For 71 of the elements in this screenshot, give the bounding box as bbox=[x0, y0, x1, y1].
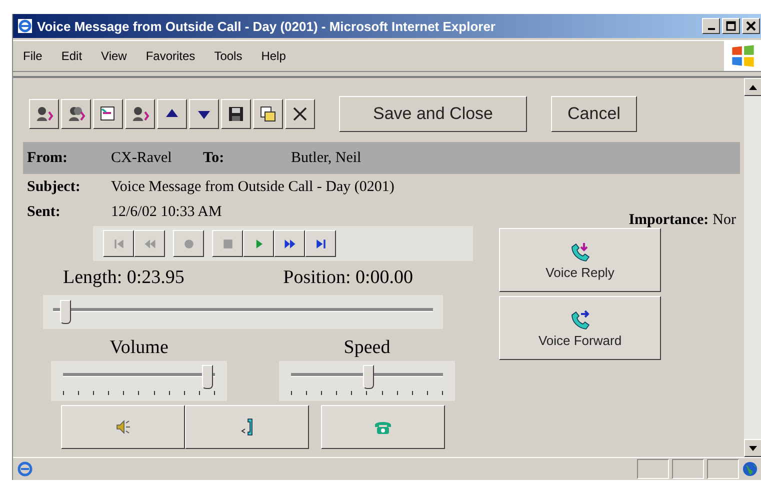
globe-icon bbox=[742, 461, 758, 477]
cancel-button[interactable]: Cancel bbox=[551, 96, 637, 132]
sent-value: 12/6/02 10:33 AM bbox=[111, 204, 222, 221]
importance-label: Importance: bbox=[628, 212, 709, 228]
person-arrow-icon bbox=[34, 104, 54, 124]
toolbar-button[interactable] bbox=[157, 99, 187, 129]
close-icon bbox=[746, 21, 756, 31]
toolbar-button[interactable] bbox=[189, 99, 219, 129]
minimize-button[interactable] bbox=[702, 18, 720, 34]
volume-label: Volume bbox=[110, 337, 168, 359]
menu-item[interactable]: Edit bbox=[61, 49, 82, 63]
transport-button[interactable] bbox=[274, 230, 305, 257]
rewind-icon bbox=[142, 236, 156, 250]
menu-item[interactable]: Tools bbox=[214, 49, 242, 63]
close-button[interactable] bbox=[742, 18, 760, 34]
position-slider[interactable] bbox=[53, 300, 433, 324]
length-text: Length: 0:23.95 bbox=[63, 267, 184, 289]
call-button[interactable] bbox=[321, 405, 445, 449]
maximize-icon bbox=[726, 21, 736, 31]
record-icon bbox=[182, 236, 196, 250]
menu-item[interactable]: View bbox=[101, 49, 127, 63]
subject-value: Voice Message from Outside Call - Day (0201) bbox=[111, 179, 394, 196]
people-arrow-icon bbox=[66, 104, 86, 124]
menu-item[interactable]: Favorites bbox=[146, 49, 196, 63]
call-button[interactable] bbox=[185, 405, 309, 449]
to-value: Butler, Neil bbox=[291, 150, 362, 166]
importance-value: Nor bbox=[712, 212, 736, 228]
down-arrow-icon bbox=[749, 446, 757, 450]
transport-button[interactable] bbox=[243, 230, 274, 257]
to-label: To: bbox=[203, 150, 226, 166]
person-arrow-icon bbox=[130, 104, 150, 124]
maximize-button[interactable] bbox=[722, 18, 740, 34]
browser-icon bbox=[17, 18, 33, 34]
scroll-down-button[interactable] bbox=[744, 439, 761, 457]
scrollbar[interactable] bbox=[744, 78, 761, 457]
page-icon bbox=[17, 461, 33, 477]
toolbar-button[interactable] bbox=[285, 99, 315, 129]
from-label: From: bbox=[27, 150, 69, 166]
sent-label: Sent: bbox=[26, 204, 62, 221]
slider-thumb[interactable] bbox=[362, 365, 374, 389]
toolbar-button[interactable] bbox=[61, 99, 91, 129]
copy-icon bbox=[258, 104, 278, 124]
up-arrow-icon bbox=[749, 84, 757, 90]
position-text: Position: 0:00.00 bbox=[283, 267, 413, 289]
transport-button[interactable] bbox=[305, 230, 336, 257]
scroll-up-button[interactable] bbox=[744, 78, 761, 96]
speed-label: Speed bbox=[344, 337, 390, 359]
toolbar-button[interactable] bbox=[221, 99, 251, 129]
voice-button[interactable]: Voice Forward bbox=[499, 296, 661, 360]
menu-item[interactable]: Help bbox=[261, 49, 286, 63]
toolbar-button[interactable] bbox=[125, 99, 155, 129]
menu-item[interactable]: File bbox=[23, 49, 42, 63]
speed-slider[interactable] bbox=[291, 365, 443, 389]
toolbar-button[interactable] bbox=[93, 99, 123, 129]
slider-thumb[interactable] bbox=[60, 300, 72, 324]
volume-slider[interactable] bbox=[63, 365, 215, 389]
skip-forward-icon bbox=[314, 236, 328, 250]
call-button[interactable] bbox=[61, 405, 185, 449]
phone-right-arrow-icon bbox=[569, 308, 591, 330]
minimize-icon bbox=[708, 28, 714, 30]
stop-icon bbox=[220, 236, 234, 250]
window-title: Voice Message from Outside Call - Day (0201) - Microsoft Internet Explorer bbox=[37, 18, 496, 34]
subject-label: Subject: bbox=[26, 179, 82, 196]
voice-button[interactable]: Voice Reply bbox=[499, 228, 661, 292]
skip-back-icon bbox=[112, 236, 126, 250]
slider-thumb[interactable] bbox=[202, 365, 213, 389]
phone-down-arrow-icon bbox=[569, 240, 591, 262]
from-value: CX-Ravel bbox=[111, 150, 173, 166]
toolbar-button[interactable] bbox=[29, 99, 59, 129]
save-and-close-button[interactable]: Save and Close bbox=[339, 96, 527, 132]
toolbar-button[interactable] bbox=[253, 99, 283, 129]
